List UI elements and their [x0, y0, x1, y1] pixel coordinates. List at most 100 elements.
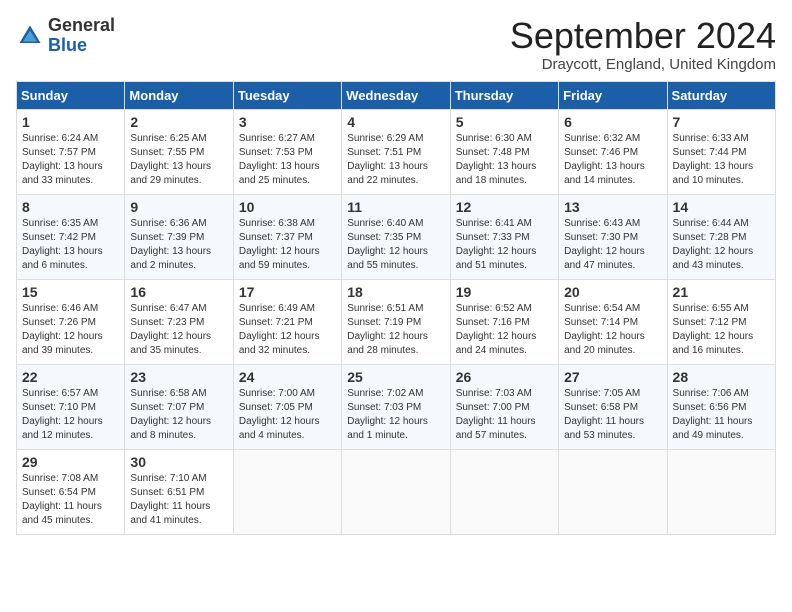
day-info: Sunrise: 6:54 AMSunset: 7:14 PMDaylight:…	[564, 302, 661, 358]
day-info: Sunrise: 6:33 AMSunset: 7:44 PMDaylight:…	[673, 132, 770, 188]
logo-general: General	[48, 15, 115, 35]
day-number: 14	[673, 199, 770, 215]
day-info: Sunrise: 6:29 AMSunset: 7:51 PMDaylight:…	[347, 132, 444, 188]
logo-text: General Blue	[48, 16, 115, 56]
location: Draycott, England, United Kingdom	[510, 56, 776, 73]
column-header-monday: Monday	[125, 81, 233, 109]
calendar-cell: 18Sunrise: 6:51 AMSunset: 7:19 PMDayligh…	[342, 279, 450, 364]
day-info: Sunrise: 7:10 AMSunset: 6:51 PMDaylight:…	[130, 472, 227, 528]
day-info: Sunrise: 6:24 AMSunset: 7:57 PMDaylight:…	[22, 132, 119, 188]
day-info: Sunrise: 6:55 AMSunset: 7:12 PMDaylight:…	[673, 302, 770, 358]
column-header-thursday: Thursday	[450, 81, 558, 109]
day-info: Sunrise: 6:27 AMSunset: 7:53 PMDaylight:…	[239, 132, 336, 188]
day-info: Sunrise: 6:41 AMSunset: 7:33 PMDaylight:…	[456, 217, 553, 273]
day-number: 16	[130, 284, 227, 300]
day-info: Sunrise: 7:02 AMSunset: 7:03 PMDaylight:…	[347, 387, 444, 443]
calendar-cell: 13Sunrise: 6:43 AMSunset: 7:30 PMDayligh…	[559, 194, 667, 279]
calendar-table: SundayMondayTuesdayWednesdayThursdayFrid…	[16, 81, 776, 535]
column-header-wednesday: Wednesday	[342, 81, 450, 109]
calendar-cell: 30 Sunrise: 7:10 AMSunset: 6:51 PMDayligh…	[125, 449, 233, 534]
day-info: Sunrise: 6:43 AMSunset: 7:30 PMDaylight:…	[564, 217, 661, 273]
day-number: 3	[239, 114, 336, 130]
calendar-cell: 4 Sunrise: 6:29 AMSunset: 7:51 PMDaylight…	[342, 109, 450, 194]
calendar-week-row: 1 Sunrise: 6:24 AMSunset: 7:57 PMDaylight…	[17, 109, 776, 194]
day-info: Sunrise: 6:32 AMSunset: 7:46 PMDaylight:…	[564, 132, 661, 188]
day-number: 20	[564, 284, 661, 300]
calendar-cell: 8 Sunrise: 6:35 AMSunset: 7:42 PMDaylight…	[17, 194, 125, 279]
day-number: 15	[22, 284, 119, 300]
day-number: 21	[673, 284, 770, 300]
calendar-header-row: SundayMondayTuesdayWednesdayThursdayFrid…	[17, 81, 776, 109]
calendar-cell: 19 Sunrise: 6:52 AMSunset: 7:16 PMDayligh…	[450, 279, 558, 364]
calendar-cell: 28Sunrise: 7:06 AMSunset: 6:56 PMDayligh…	[667, 364, 775, 449]
day-info: Sunrise: 6:40 AMSunset: 7:35 PMDaylight:…	[347, 217, 444, 273]
month-title: September 2024	[510, 16, 776, 56]
calendar-cell: 7 Sunrise: 6:33 AMSunset: 7:44 PMDaylight…	[667, 109, 775, 194]
day-number: 26	[456, 369, 553, 385]
day-info: Sunrise: 6:36 AMSunset: 7:39 PMDaylight:…	[130, 217, 227, 273]
day-number: 10	[239, 199, 336, 215]
calendar-cell: 23 Sunrise: 6:58 AMSunset: 7:07 PMDayligh…	[125, 364, 233, 449]
day-number: 17	[239, 284, 336, 300]
calendar-week-row: 8 Sunrise: 6:35 AMSunset: 7:42 PMDaylight…	[17, 194, 776, 279]
calendar-cell: 2Sunrise: 6:25 AMSunset: 7:55 PMDaylight…	[125, 109, 233, 194]
calendar-cell: 15Sunrise: 6:46 AMSunset: 7:26 PMDayligh…	[17, 279, 125, 364]
day-number: 1	[22, 114, 119, 130]
calendar-cell: 24Sunrise: 7:00 AMSunset: 7:05 PMDayligh…	[233, 364, 341, 449]
column-header-saturday: Saturday	[667, 81, 775, 109]
calendar-cell: 3 Sunrise: 6:27 AMSunset: 7:53 PMDaylight…	[233, 109, 341, 194]
day-number: 6	[564, 114, 661, 130]
day-number: 19	[456, 284, 553, 300]
day-info: Sunrise: 6:30 AMSunset: 7:48 PMDaylight:…	[456, 132, 553, 188]
calendar-cell: 17 Sunrise: 6:49 AMSunset: 7:21 PMDayligh…	[233, 279, 341, 364]
calendar-cell: 5Sunrise: 6:30 AMSunset: 7:48 PMDaylight…	[450, 109, 558, 194]
calendar-cell: 20 Sunrise: 6:54 AMSunset: 7:14 PMDayligh…	[559, 279, 667, 364]
day-number: 8	[22, 199, 119, 215]
calendar-cell: 26Sunrise: 7:03 AMSunset: 7:00 PMDayligh…	[450, 364, 558, 449]
calendar-week-row: 22 Sunrise: 6:57 AMSunset: 7:10 PMDayligh…	[17, 364, 776, 449]
calendar-cell: 11Sunrise: 6:40 AMSunset: 7:35 PMDayligh…	[342, 194, 450, 279]
day-info: Sunrise: 6:52 AMSunset: 7:16 PMDaylight:…	[456, 302, 553, 358]
calendar-cell: 12Sunrise: 6:41 AMSunset: 7:33 PMDayligh…	[450, 194, 558, 279]
day-info: Sunrise: 7:08 AMSunset: 6:54 PMDaylight:…	[22, 472, 119, 528]
calendar-cell: 10 Sunrise: 6:38 AMSunset: 7:37 PMDayligh…	[233, 194, 341, 279]
calendar-cell	[233, 449, 341, 534]
calendar-cell: 6 Sunrise: 6:32 AMSunset: 7:46 PMDaylight…	[559, 109, 667, 194]
day-number: 29	[22, 454, 119, 470]
day-number: 25	[347, 369, 444, 385]
calendar-week-row: 29 Sunrise: 7:08 AMSunset: 6:54 PMDayligh…	[17, 449, 776, 534]
calendar-cell	[667, 449, 775, 534]
calendar-cell: 29 Sunrise: 7:08 AMSunset: 6:54 PMDayligh…	[17, 449, 125, 534]
calendar-cell: 14 Sunrise: 6:44 AMSunset: 7:28 PMDayligh…	[667, 194, 775, 279]
day-number: 7	[673, 114, 770, 130]
day-info: Sunrise: 6:57 AMSunset: 7:10 PMDaylight:…	[22, 387, 119, 443]
day-number: 27	[564, 369, 661, 385]
logo-icon	[16, 22, 44, 50]
day-info: Sunrise: 6:38 AMSunset: 7:37 PMDaylight:…	[239, 217, 336, 273]
calendar-week-row: 15Sunrise: 6:46 AMSunset: 7:26 PMDayligh…	[17, 279, 776, 364]
day-info: Sunrise: 6:58 AMSunset: 7:07 PMDaylight:…	[130, 387, 227, 443]
day-number: 23	[130, 369, 227, 385]
column-header-sunday: Sunday	[17, 81, 125, 109]
calendar-cell: 1 Sunrise: 6:24 AMSunset: 7:57 PMDaylight…	[17, 109, 125, 194]
day-number: 30	[130, 454, 227, 470]
logo-blue: Blue	[48, 35, 87, 55]
day-info: Sunrise: 6:51 AMSunset: 7:19 PMDaylight:…	[347, 302, 444, 358]
calendar-cell: 21 Sunrise: 6:55 AMSunset: 7:12 PMDayligh…	[667, 279, 775, 364]
day-info: Sunrise: 7:05 AMSunset: 6:58 PMDaylight:…	[564, 387, 661, 443]
day-info: Sunrise: 6:35 AMSunset: 7:42 PMDaylight:…	[22, 217, 119, 273]
title-block: September 2024 Draycott, England, United…	[510, 16, 776, 73]
day-number: 22	[22, 369, 119, 385]
logo: General Blue	[16, 16, 115, 56]
day-info: Sunrise: 6:49 AMSunset: 7:21 PMDaylight:…	[239, 302, 336, 358]
calendar-cell	[450, 449, 558, 534]
calendar-cell: 25 Sunrise: 7:02 AMSunset: 7:03 PMDayligh…	[342, 364, 450, 449]
calendar-cell	[559, 449, 667, 534]
day-number: 28	[673, 369, 770, 385]
day-info: Sunrise: 6:44 AMSunset: 7:28 PMDaylight:…	[673, 217, 770, 273]
day-info: Sunrise: 7:00 AMSunset: 7:05 PMDaylight:…	[239, 387, 336, 443]
day-number: 4	[347, 114, 444, 130]
column-header-tuesday: Tuesday	[233, 81, 341, 109]
calendar-cell: 22 Sunrise: 6:57 AMSunset: 7:10 PMDayligh…	[17, 364, 125, 449]
calendar-cell: 27 Sunrise: 7:05 AMSunset: 6:58 PMDayligh…	[559, 364, 667, 449]
